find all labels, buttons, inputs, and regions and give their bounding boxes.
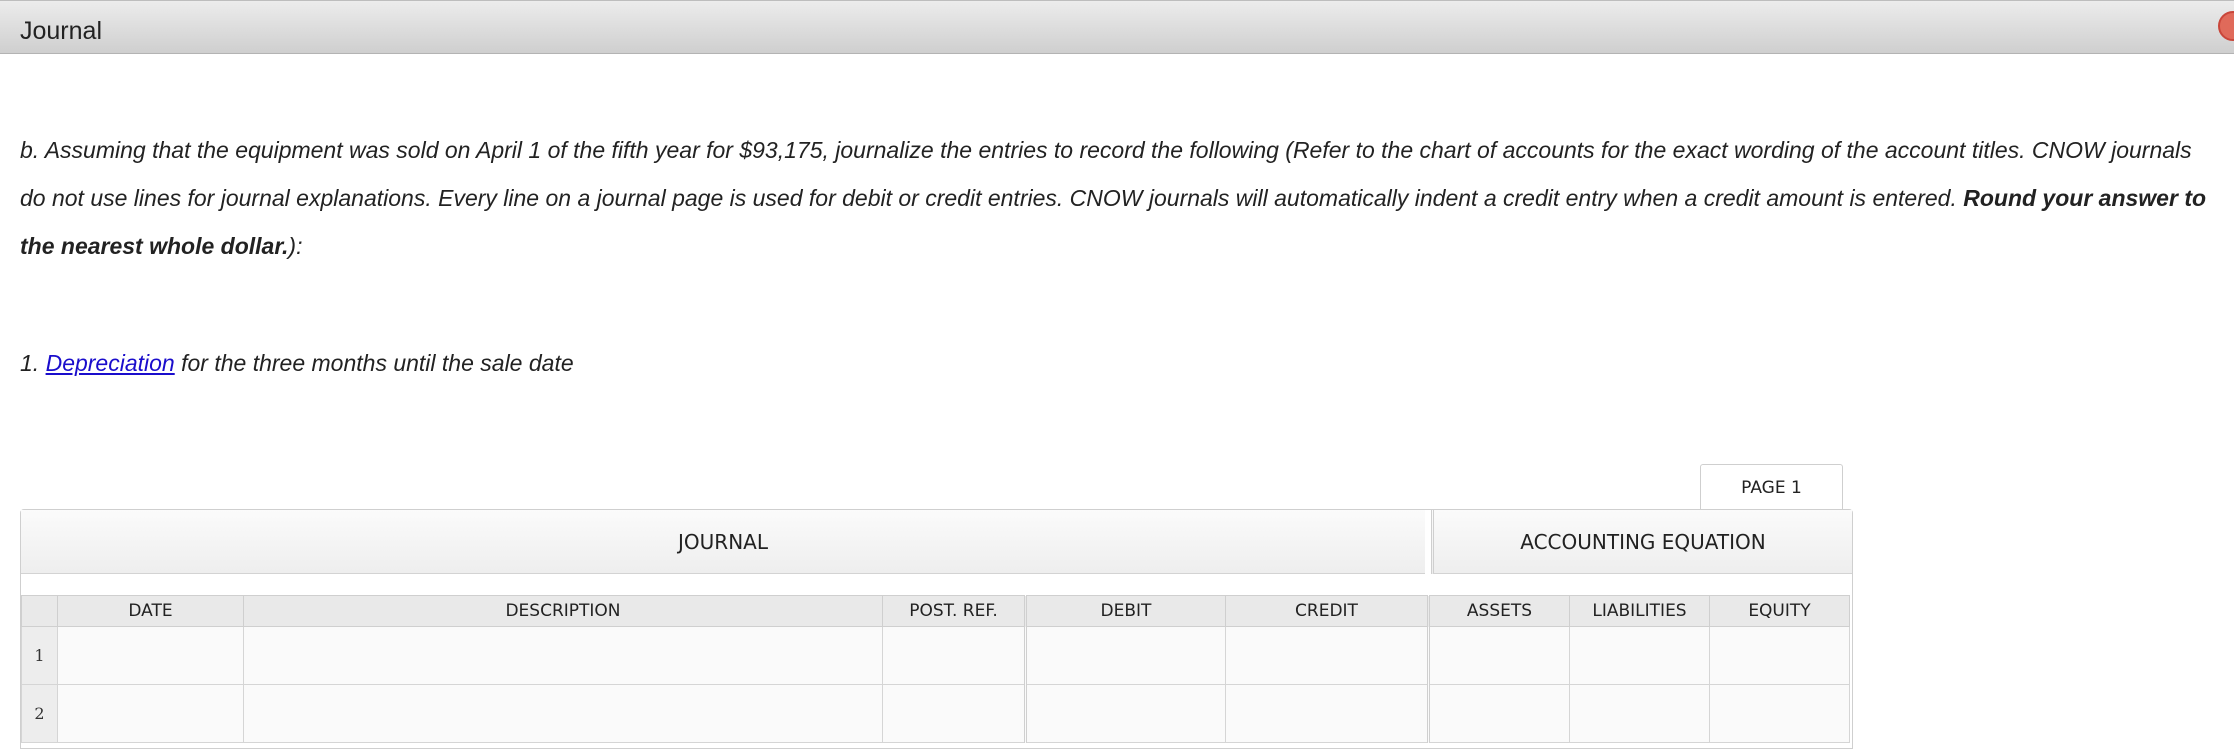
journal-header-row: DATE DESCRIPTION POST. REF. DEBIT CREDIT… [21,595,1850,627]
equity-cell[interactable] [1709,684,1850,743]
question-prompt: 1. Depreciation for the three months unt… [20,350,574,377]
liabilities-column-header: LIABILITIES [1569,595,1710,627]
question-text: for the three months until the sale date [174,350,574,376]
debit-cell[interactable] [1025,626,1226,685]
journal-section-header: JOURNAL [21,510,1425,574]
depreciation-link[interactable]: Depreciation [46,350,175,376]
close-icon[interactable] [2218,11,2234,41]
post-ref-cell[interactable] [882,684,1027,743]
liabilities-cell[interactable] [1569,684,1710,743]
post-ref-column-header: POST. REF. [882,595,1027,627]
description-column-header: DESCRIPTION [243,595,883,627]
accounting-equation-header: ACCOUNTING EQUATION [1431,510,1852,574]
equity-cell[interactable] [1709,626,1850,685]
equity-column-header: EQUITY [1709,595,1850,627]
page-tab[interactable]: PAGE 1 [1700,464,1843,510]
date-cell[interactable] [57,626,244,685]
post-ref-cell[interactable] [882,626,1027,685]
description-cell[interactable] [243,626,883,685]
question-number: 1. [20,350,40,376]
instructions-body: b. Assuming that the equipment was sold … [20,137,2192,211]
instructions-tail: ): [288,233,303,259]
row-number: 1 [21,626,58,685]
journal-table: DATE DESCRIPTION POST. REF. DEBIT CREDIT… [21,595,1850,743]
credit-column-header: CREDIT [1225,595,1430,627]
window-titlebar: Journal [0,0,2234,54]
date-column-header: DATE [57,595,244,627]
credit-cell[interactable] [1225,626,1430,685]
instructions-text: b. Assuming that the equipment was sold … [20,126,2220,270]
window-title: Journal [20,17,102,45]
credit-cell[interactable] [1225,684,1430,743]
journal-row: 2 [21,684,1850,743]
row-number: 2 [21,684,58,743]
date-cell[interactable] [57,684,244,743]
journal-panel: JOURNAL ACCOUNTING EQUATION DATE DESCRIP… [20,509,1853,749]
journal-row: 1 [21,626,1850,685]
assets-column-header: ASSETS [1428,595,1570,627]
liabilities-cell[interactable] [1569,626,1710,685]
rownum-header [21,595,58,627]
debit-column-header: DEBIT [1025,595,1226,627]
description-cell[interactable] [243,684,883,743]
assets-cell[interactable] [1428,626,1570,685]
debit-cell[interactable] [1025,684,1226,743]
assets-cell[interactable] [1428,684,1570,743]
